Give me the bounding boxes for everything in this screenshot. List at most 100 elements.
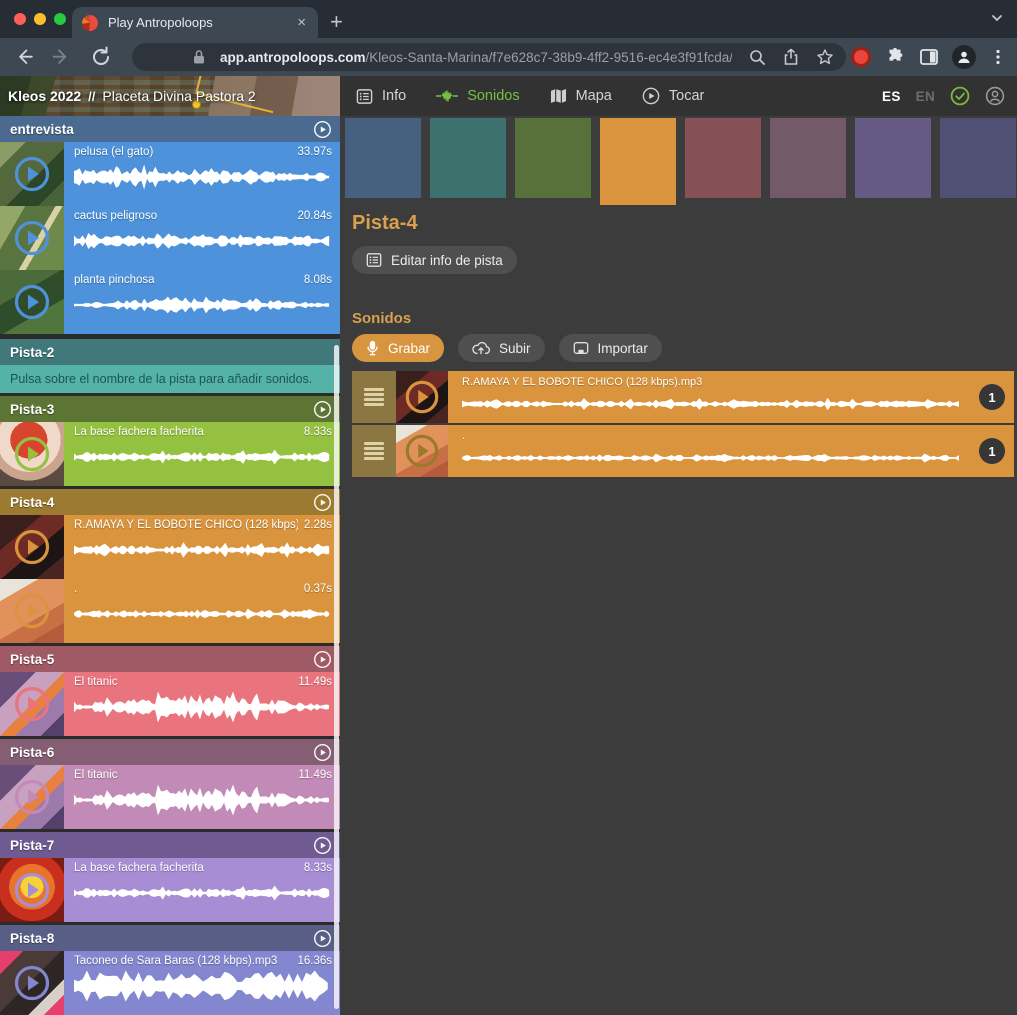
track-swatch-6[interactable] (770, 118, 846, 198)
edit-track-info-button[interactable]: Editar info de pista (352, 246, 517, 274)
sound-play-icon[interactable] (13, 528, 51, 566)
sound-row[interactable]: planta pinchosa8.08s (0, 270, 340, 334)
track-play-icon[interactable] (313, 836, 332, 855)
sound-play-icon[interactable] (13, 685, 51, 723)
sound-play-icon[interactable] (13, 778, 51, 816)
sound-row[interactable]: La base fachera facherita8.33s (0, 422, 340, 486)
track-play-icon[interactable] (313, 120, 332, 139)
track-swatch-2[interactable] (430, 118, 506, 198)
sound-thumbnail[interactable] (396, 371, 448, 423)
sound-thumbnail[interactable] (0, 858, 64, 922)
drag-handle[interactable] (352, 425, 396, 477)
sound-row[interactable]: cactus peligroso20.84s (0, 206, 340, 270)
track-header[interactable]: Pista-4 (0, 489, 340, 515)
forward-icon[interactable] (50, 45, 74, 69)
track-name[interactable]: Pista-3 (10, 402, 313, 417)
sound-play-icon[interactable] (404, 379, 440, 415)
track-sound-row[interactable]: R.AMAYA Y EL BOBOTE CHICO (128 kbps).mp3… (352, 371, 1014, 423)
extensions-puzzle-icon[interactable] (884, 46, 906, 68)
zoom-window-button[interactable] (54, 13, 66, 25)
track-name[interactable]: Pista-6 (10, 745, 313, 760)
sound-play-icon[interactable] (13, 219, 51, 257)
track-swatch-8[interactable] (940, 118, 1016, 198)
track-header[interactable]: Pista-7 (0, 832, 340, 858)
track-name[interactable]: Pista-2 (10, 345, 332, 360)
language-en[interactable]: EN (916, 89, 935, 104)
back-icon[interactable] (12, 45, 36, 69)
tab-search-chevron-icon[interactable] (989, 10, 1005, 26)
sync-check-icon[interactable] (950, 86, 970, 106)
lock-icon[interactable] (192, 49, 206, 65)
sound-play-icon[interactable] (13, 435, 51, 473)
upload-button[interactable]: Subir (458, 334, 545, 362)
track-header[interactable]: Pista-5 (0, 646, 340, 672)
track-name[interactable]: Pista-4 (10, 495, 313, 510)
track-sound-row[interactable]: . 1 (352, 425, 1014, 477)
sound-row[interactable]: La base fachera facherita8.33s (0, 858, 340, 922)
sound-thumbnail[interactable] (396, 425, 448, 477)
track-name[interactable]: Pista-8 (10, 931, 313, 946)
tab-info[interactable]: Info (356, 88, 406, 105)
track-header[interactable]: entrevista (0, 116, 340, 142)
sound-thumbnail[interactable] (0, 579, 64, 643)
track-swatch-1[interactable] (345, 118, 421, 198)
sound-row[interactable]: pelusa (el gato)33.97s (0, 142, 340, 206)
sound-thumbnail[interactable] (0, 515, 64, 579)
sound-row[interactable]: El titanic11.49s (0, 672, 340, 736)
sound-row[interactable]: R.AMAYA Y EL BOBOTE CHICO (128 kbps)....… (0, 515, 340, 579)
track-name[interactable]: Pista-5 (10, 652, 313, 667)
share-icon[interactable] (782, 48, 800, 66)
track-swatch-3[interactable] (515, 118, 591, 198)
track-play-icon[interactable] (313, 743, 332, 762)
track-name[interactable]: entrevista (10, 122, 313, 137)
track-play-icon[interactable] (313, 929, 332, 948)
account-icon[interactable] (985, 86, 1005, 106)
tab-sonidos[interactable]: Sonidos (436, 88, 519, 104)
breadcrumb-project[interactable]: Kleos 2022 (8, 88, 81, 104)
tab-mapa[interactable]: Mapa (550, 88, 612, 104)
browser-tab[interactable]: Play Antropoloops × (72, 7, 318, 38)
side-panel-icon[interactable] (919, 47, 939, 67)
breadcrumb-page[interactable]: Placeta Divina Pastora 2 (102, 88, 255, 104)
sound-thumbnail[interactable] (0, 206, 64, 270)
sound-thumbnail[interactable] (0, 951, 64, 1015)
track-header[interactable]: Pista-6 (0, 739, 340, 765)
sound-row[interactable]: El titanic11.49s (0, 765, 340, 829)
track-swatch-7[interactable] (855, 118, 931, 198)
bookmark-star-icon[interactable] (816, 48, 834, 66)
track-swatch-5[interactable] (685, 118, 761, 198)
sound-thumbnail[interactable] (0, 270, 64, 334)
profile-avatar-icon[interactable] (952, 45, 976, 69)
sound-thumbnail[interactable] (0, 142, 64, 206)
sound-play-icon[interactable] (13, 592, 51, 630)
track-header[interactable]: Pista-8 (0, 925, 340, 951)
url-bar[interactable]: app.antropoloops.com/Kleos-Santa-Marina/… (132, 43, 846, 71)
sound-play-icon[interactable] (13, 871, 51, 909)
sound-play-icon[interactable] (404, 433, 440, 469)
reload-icon[interactable] (89, 45, 113, 69)
import-button[interactable]: Importar (559, 334, 662, 362)
browser-menu-kebab-icon[interactable] (989, 48, 1007, 66)
minimize-window-button[interactable] (34, 13, 46, 25)
record-extension-icon[interactable] (851, 47, 871, 67)
close-window-button[interactable] (14, 13, 26, 25)
track-play-icon[interactable] (313, 650, 332, 669)
tab-tocar[interactable]: Tocar (642, 87, 704, 105)
new-tab-button[interactable]: + (330, 8, 343, 36)
close-tab-icon[interactable]: × (295, 14, 308, 31)
sidebar-scrollbar[interactable] (334, 345, 339, 1009)
track-play-icon[interactable] (313, 400, 332, 419)
track-swatch-4-selected[interactable] (600, 118, 676, 205)
track-header[interactable]: Pista-2 (0, 339, 340, 365)
drag-handle[interactable] (352, 371, 396, 423)
sound-row[interactable]: .0.37s (0, 579, 340, 643)
sound-play-icon[interactable] (13, 155, 51, 193)
track-name[interactable]: Pista-7 (10, 838, 313, 853)
zoom-page-icon[interactable] (748, 48, 766, 66)
sound-thumbnail[interactable] (0, 672, 64, 736)
sound-thumbnail[interactable] (0, 765, 64, 829)
record-button[interactable]: Grabar (352, 334, 444, 362)
language-es[interactable]: ES (882, 89, 901, 104)
sound-play-icon[interactable] (13, 283, 51, 321)
sound-row[interactable]: Taconeo de Sara Baras (128 kbps).mp316.3… (0, 951, 340, 1015)
